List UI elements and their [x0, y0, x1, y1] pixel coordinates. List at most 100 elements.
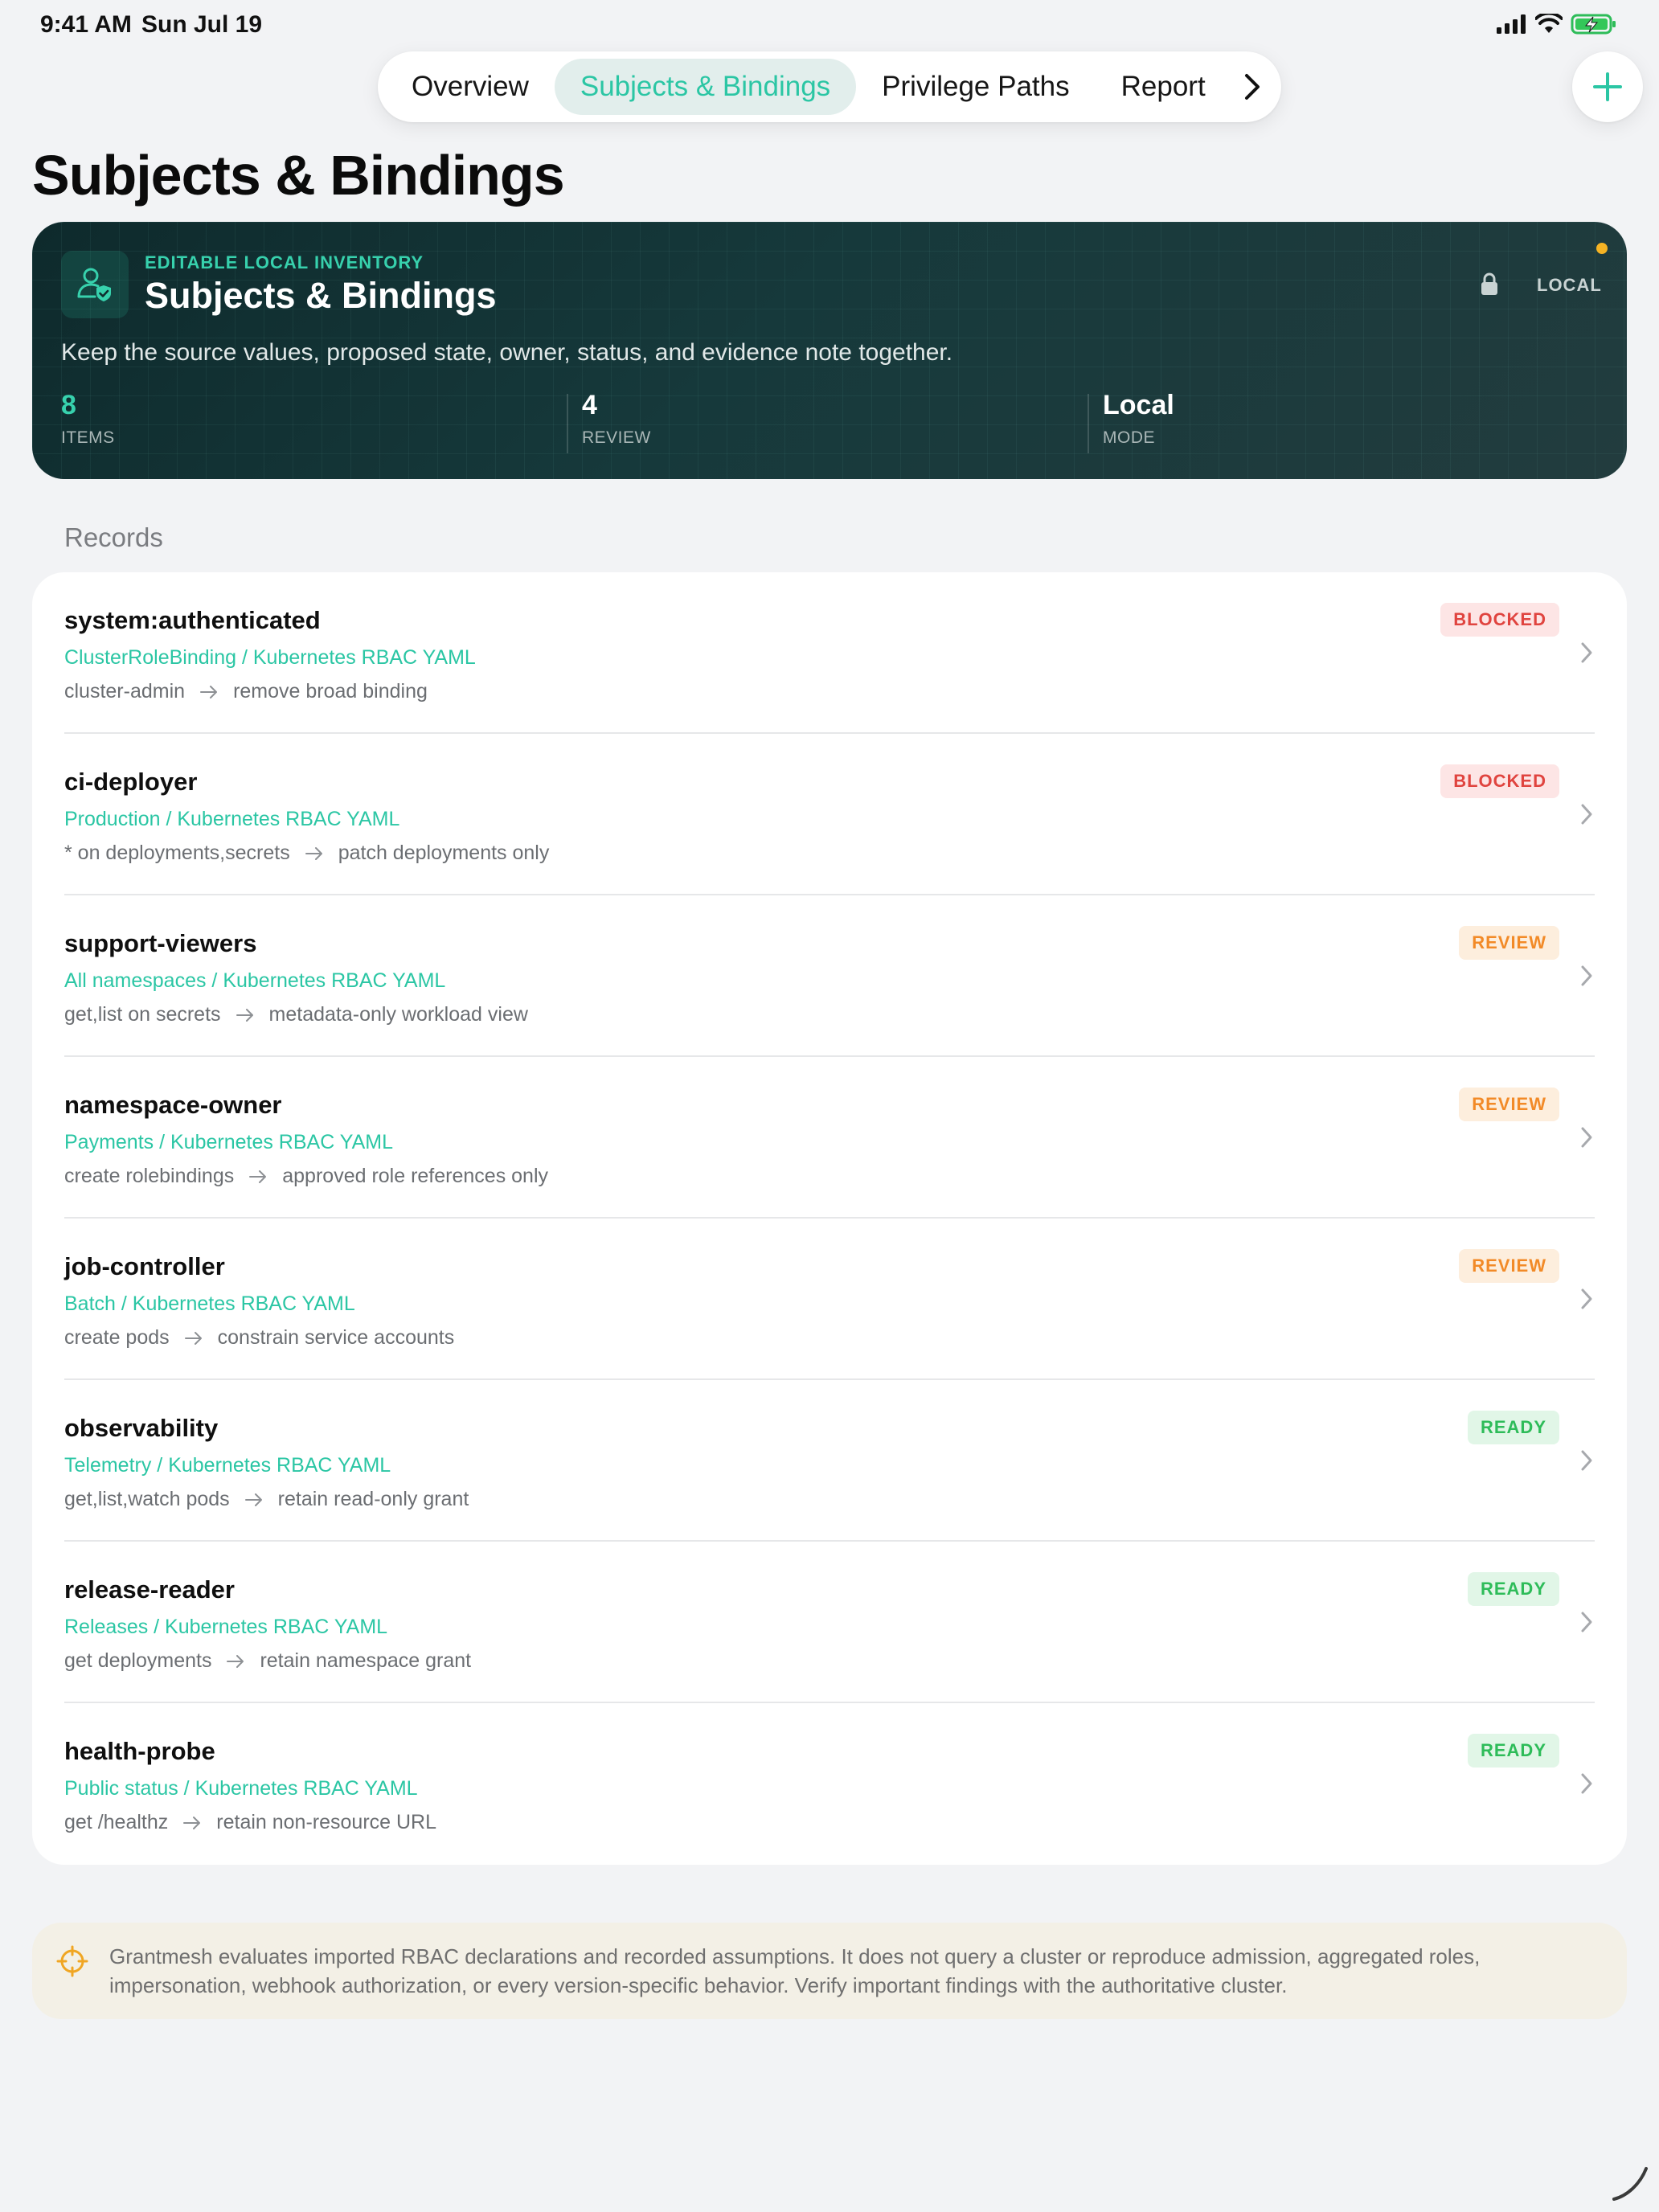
chevron-right-icon — [1244, 74, 1260, 100]
record-current: get deployments — [64, 1649, 212, 1672]
record-change: create rolebindings approved role refere… — [64, 1165, 548, 1188]
record-change: * on deployments,secrets patch deploymen… — [64, 842, 549, 865]
record-name: namespace-owner — [64, 1091, 282, 1119]
record-current: * on deployments,secrets — [64, 842, 290, 864]
record-current: cluster-admin — [64, 680, 186, 703]
record-name: support-viewers — [64, 929, 257, 957]
resize-handle-icon[interactable] — [1609, 2162, 1651, 2204]
record-scope: ClusterRoleBinding / Kubernetes RBAC YAM… — [64, 646, 476, 669]
record-change: get,list on secrets metadata-only worklo… — [64, 1003, 528, 1026]
hero-description: Keep the source values, proposed state, … — [61, 339, 953, 366]
status-badge: REVIEW — [1459, 926, 1559, 960]
stat-value: 4 — [582, 390, 597, 420]
list-item[interactable]: release-reader Releases / Kubernetes RBA… — [32, 1542, 1627, 1703]
page-title: Subjects & Bindings — [32, 144, 565, 207]
record-change: cluster-admin remove broad binding — [64, 680, 428, 703]
inventory-summary-card: EDITABLE LOCAL INVENTORY Subjects & Bind… — [32, 222, 1627, 479]
tab-privilege-paths[interactable]: Privilege Paths — [856, 59, 1095, 115]
section-label-records: Records — [64, 522, 163, 552]
record-proposed: retain non-resource URL — [216, 1811, 437, 1833]
record-scope: Production / Kubernetes RBAC YAML — [64, 808, 400, 830]
chevron-right-icon — [1581, 642, 1592, 663]
records-list: system:authenticated ClusterRoleBinding … — [32, 572, 1627, 1865]
chevron-right-icon — [1581, 965, 1592, 986]
more-tabs-button[interactable] — [1231, 59, 1273, 115]
status-time: 9:41 AM — [40, 11, 132, 38]
battery-charging-icon — [1571, 14, 1616, 35]
arrow-right-icon — [183, 1816, 201, 1829]
list-item[interactable]: namespace-owner Payments / Kubernetes RB… — [32, 1057, 1627, 1219]
tab-report[interactable]: Report — [1096, 59, 1231, 115]
arrow-right-icon — [244, 1493, 262, 1506]
status-badge: BLOCKED — [1440, 603, 1559, 637]
segmented-tab-bar: Overview Subjects & Bindings Privilege P… — [378, 51, 1281, 122]
status-icons — [1497, 13, 1617, 35]
record-current: get,list,watch pods — [64, 1488, 230, 1510]
crosshair-icon — [56, 1945, 88, 1977]
record-name: ci-deployer — [64, 768, 198, 796]
list-item[interactable]: ci-deployer Production / Kubernetes RBAC… — [32, 734, 1627, 895]
arrow-right-icon — [305, 846, 322, 860]
arrow-right-icon — [184, 1331, 202, 1345]
chevron-right-icon — [1581, 1450, 1592, 1471]
chevron-right-icon — [1581, 1612, 1592, 1632]
status-badge: REVIEW — [1459, 1088, 1559, 1121]
stat-label: ITEMS — [61, 428, 115, 448]
list-item[interactable]: system:authenticated ClusterRoleBinding … — [32, 572, 1627, 734]
status-badge: READY — [1467, 1734, 1559, 1768]
arrow-right-icon — [227, 1654, 244, 1668]
record-proposed: constrain service accounts — [217, 1326, 455, 1349]
tab-subjects-bindings[interactable]: Subjects & Bindings — [554, 59, 857, 115]
hero-title: Subjects & Bindings — [145, 275, 497, 316]
record-proposed: retain read-only grant — [277, 1488, 469, 1510]
record-current: get /healthz — [64, 1811, 169, 1833]
record-scope: Batch / Kubernetes RBAC YAML — [64, 1292, 355, 1315]
record-current: create pods — [64, 1326, 170, 1349]
arrow-right-icon — [200, 685, 218, 698]
add-button[interactable] — [1572, 51, 1643, 122]
status-dot — [1596, 243, 1608, 254]
record-scope: Telemetry / Kubernetes RBAC YAML — [64, 1454, 391, 1477]
record-scope: Payments / Kubernetes RBAC YAML — [64, 1131, 393, 1153]
record-change: get deployments retain namespace grant — [64, 1649, 471, 1673]
lock-icon — [1481, 272, 1497, 295]
status-badge: REVIEW — [1459, 1249, 1559, 1283]
record-proposed: patch deployments only — [338, 842, 550, 864]
stat-review: 4 REVIEW — [582, 390, 651, 455]
record-proposed: retain namespace grant — [260, 1649, 472, 1672]
record-scope: Public status / Kubernetes RBAC YAML — [64, 1777, 418, 1800]
list-item[interactable]: observability Telemetry / Kubernetes RBA… — [32, 1380, 1627, 1542]
record-current: get,list on secrets — [64, 1003, 221, 1026]
disclaimer-text: Grantmesh evaluates imported RBAC declar… — [109, 1944, 1481, 1997]
list-item[interactable]: support-viewers All namespaces / Kuberne… — [32, 895, 1627, 1057]
stat-label: MODE — [1103, 428, 1155, 448]
record-change: create pods constrain service accounts — [64, 1326, 454, 1350]
record-change: get,list,watch pods retain read-only gra… — [64, 1488, 469, 1511]
status-badge: READY — [1467, 1572, 1559, 1606]
status-date: Sun Jul 19 — [141, 11, 263, 38]
record-proposed: remove broad binding — [233, 680, 428, 703]
record-name: release-reader — [64, 1575, 235, 1604]
hero-eyebrow: EDITABLE LOCAL INVENTORY — [145, 252, 424, 272]
chevron-right-icon — [1581, 1288, 1592, 1309]
record-scope: All namespaces / Kubernetes RBAC YAML — [64, 969, 446, 992]
tab-overview[interactable]: Overview — [386, 59, 555, 115]
disclaimer-note: Grantmesh evaluates imported RBAC declar… — [32, 1923, 1627, 2019]
chevron-right-icon — [1581, 1127, 1592, 1148]
list-item[interactable]: health-probe Public status / Kubernetes … — [32, 1703, 1627, 1865]
record-name: observability — [64, 1414, 219, 1442]
record-change: get /healthz retain non-resource URL — [64, 1811, 436, 1834]
status-bar: 9:41 AM Sun Jul 19 — [0, 0, 1659, 51]
record-name: system:authenticated — [64, 606, 321, 634]
chevron-right-icon — [1581, 1773, 1592, 1794]
stat-divider — [1088, 394, 1089, 453]
status-badge: READY — [1467, 1411, 1559, 1444]
stat-divider — [567, 394, 568, 453]
chevron-right-icon — [1581, 804, 1592, 825]
record-current: create rolebindings — [64, 1165, 235, 1187]
status-badge: BLOCKED — [1440, 764, 1559, 798]
stat-value: Local — [1103, 390, 1174, 420]
stat-value: 8 — [61, 390, 76, 420]
list-item[interactable]: job-controller Batch / Kubernetes RBAC Y… — [32, 1219, 1627, 1380]
stat-mode: Local MODE — [1103, 390, 1174, 455]
